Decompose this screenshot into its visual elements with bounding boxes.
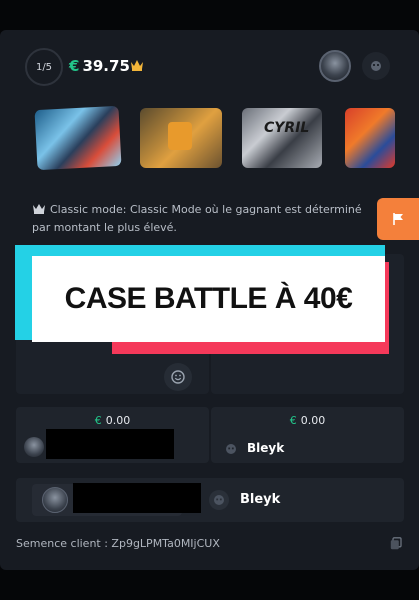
bot-name: Bleyk [240, 492, 281, 507]
case-item-1[interactable] [34, 105, 122, 171]
case-item-3[interactable]: CYRIL [242, 108, 322, 168]
player-avatar[interactable] [319, 50, 351, 82]
case-item-2[interactable] [140, 108, 222, 168]
player-card-left: €0.00 [16, 407, 209, 463]
currency-symbol: € [69, 57, 80, 75]
total-value: 39.75 [82, 57, 130, 75]
bot-slot-button[interactable] [362, 52, 390, 80]
banner-title: CASE BATTLE À 40€ [64, 282, 353, 315]
emoji-button[interactable] [164, 363, 192, 391]
crown-icon [33, 204, 45, 214]
mode-description: Classic mode: Classic Mode où le gagnant… [32, 201, 376, 237]
bottom-black-bar [0, 570, 419, 600]
case-item-4[interactable] [345, 108, 395, 168]
bot-avatar [209, 490, 229, 510]
client-seed: Semence client : Zp9gLPMTa0MIjCUX [16, 537, 220, 550]
copy-icon[interactable] [390, 537, 402, 550]
round-indicator: 1/5 [25, 48, 63, 86]
bot-icon [371, 61, 381, 71]
report-flag-button[interactable] [377, 198, 419, 240]
battle-total-price: €39.75 [69, 57, 130, 75]
crown-icon [131, 60, 143, 71]
player-name: Bleyk [247, 441, 285, 455]
avatar [24, 437, 44, 457]
participants-row: Bleyk [16, 478, 404, 522]
case-emblem-icon [168, 122, 192, 150]
mode-text: Classic mode: Classic Mode où le gagnant… [32, 203, 362, 234]
case-label: CYRIL [264, 120, 310, 136]
redacted-name [46, 429, 174, 459]
player-card-right: €0.00 Bleyk [211, 407, 404, 463]
title-banner: CASE BATTLE À 40€ [32, 256, 385, 342]
redacted-name [73, 483, 201, 513]
player-amount: €0.00 [289, 414, 326, 427]
smiley-icon [171, 370, 185, 384]
top-black-bar [0, 0, 419, 30]
flag-icon [393, 213, 403, 225]
player-amount: €0.00 [94, 414, 131, 427]
bot-icon [226, 444, 236, 454]
bot-icon [214, 495, 224, 505]
avatar [42, 487, 68, 513]
